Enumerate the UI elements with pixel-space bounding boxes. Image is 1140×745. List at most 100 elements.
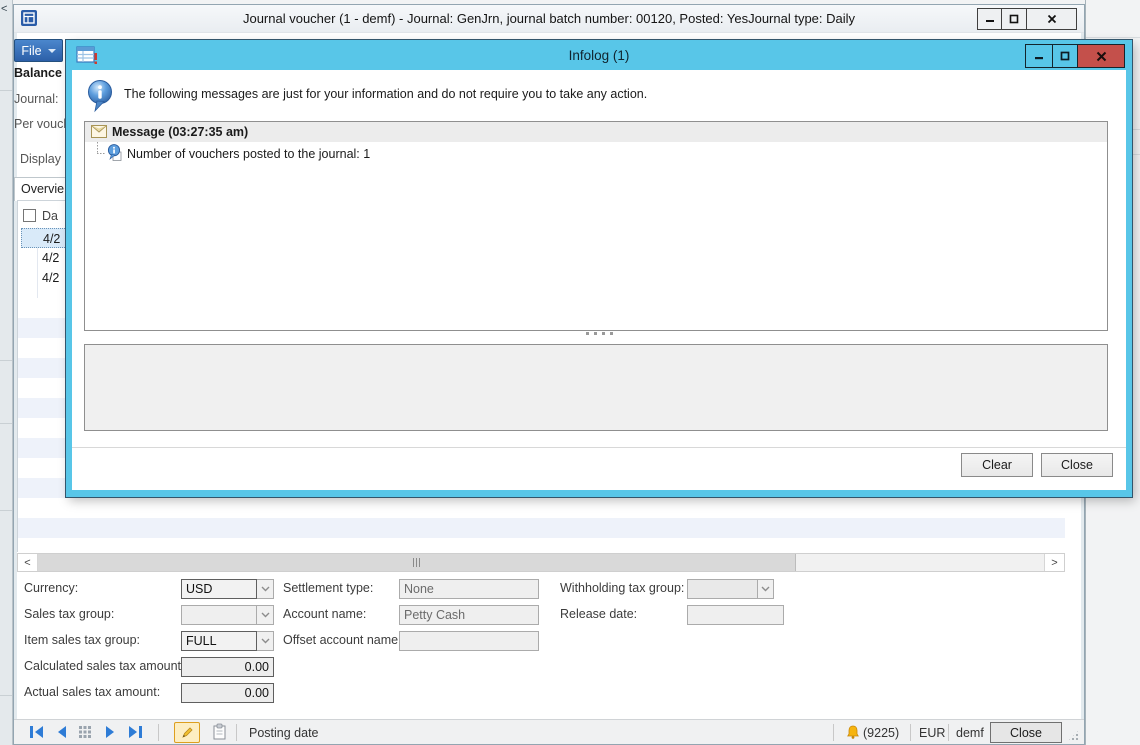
- sales-tax-group-label: Sales tax group:: [24, 607, 114, 621]
- attach-note-icon[interactable]: [212, 723, 227, 741]
- collapse-chevron-icon[interactable]: <: [1, 3, 7, 15]
- release-date-label: Release date:: [560, 607, 637, 621]
- infolog-maximize-button[interactable]: [1053, 44, 1078, 68]
- chevron-down-icon: [761, 586, 770, 592]
- infolog-close-button[interactable]: [1078, 44, 1125, 68]
- minimize-button[interactable]: [977, 8, 1002, 30]
- divider: [0, 360, 12, 361]
- separator: [236, 724, 237, 741]
- chevron-down-icon: [48, 49, 56, 53]
- infolog-close-action-label: Close: [1061, 458, 1093, 472]
- divider: [1086, 37, 1140, 38]
- resize-grip[interactable]: [1067, 729, 1080, 742]
- item-sales-tax-group-combo-arrow[interactable]: [257, 631, 274, 651]
- currency-combo-arrow[interactable]: [257, 579, 274, 599]
- first-record-icon[interactable]: [29, 724, 45, 740]
- journal-label: Journal:: [14, 92, 58, 106]
- item-sales-tax-group-combo[interactable]: FULL: [181, 631, 257, 651]
- message-item-text[interactable]: Number of vouchers posted to the journal…: [127, 147, 370, 161]
- select-all-checkbox[interactable]: [23, 209, 36, 222]
- currency-combo[interactable]: USD: [181, 579, 257, 599]
- divider: [0, 695, 12, 696]
- calculated-sales-tax-label: Calculated sales tax amount:: [24, 659, 185, 673]
- tab-overview[interactable]: Overvie: [14, 177, 66, 201]
- tab-overview-label: Overvie: [21, 182, 64, 196]
- separator: [948, 724, 949, 741]
- file-menu-label: File: [21, 44, 41, 58]
- divider: [0, 510, 12, 511]
- close-icon: [1096, 51, 1107, 62]
- item-sales-tax-group-label: Item sales tax group:: [24, 633, 140, 647]
- edit-mode-button[interactable]: [174, 722, 200, 743]
- pencil-icon: [180, 726, 194, 740]
- info-item-icon: [107, 144, 122, 161]
- grid-view-icon[interactable]: [78, 725, 92, 739]
- per-voucher-label: Per vouch: [14, 117, 70, 131]
- actual-sales-tax-field[interactable]: 0.00: [181, 683, 274, 703]
- maximize-icon: [1060, 51, 1070, 61]
- message-envelope-icon: [91, 125, 107, 138]
- infolog-minimize-button[interactable]: [1025, 44, 1053, 68]
- close-icon: [1047, 14, 1057, 24]
- actual-sales-tax-label: Actual sales tax amount:: [24, 685, 160, 699]
- maximize-button[interactable]: [1002, 8, 1027, 30]
- info-icon: [86, 79, 114, 113]
- infolog-message-tree[interactable]: Message (03:27:35 am) Number of vouchers…: [84, 121, 1108, 331]
- status-help-text: Posting date: [249, 726, 319, 740]
- horizontal-scrollbar[interactable]: < >: [17, 553, 1065, 572]
- notification-bell-icon[interactable]: [845, 724, 861, 740]
- tree-connector: [97, 142, 98, 153]
- sales-tax-group-combo-arrow[interactable]: [257, 605, 274, 625]
- clear-button[interactable]: Clear: [961, 453, 1033, 477]
- notification-count[interactable]: (9225): [863, 726, 899, 740]
- divider: [0, 90, 12, 91]
- minimize-icon: [1034, 51, 1044, 61]
- close-button[interactable]: [1027, 8, 1077, 30]
- withholding-tax-group-combo[interactable]: [687, 579, 758, 599]
- date-column-header[interactable]: Da: [42, 209, 58, 223]
- infolog-close-action-button[interactable]: Close: [1041, 453, 1113, 477]
- infolog-body: The following messages are just for your…: [72, 70, 1126, 490]
- previous-record-icon[interactable]: [53, 724, 69, 740]
- offset-account-name-field: [399, 631, 539, 651]
- statusbar-close-label: Close: [1010, 726, 1042, 740]
- status-currency[interactable]: EUR: [919, 726, 945, 740]
- last-record-icon[interactable]: [127, 724, 143, 740]
- tree-connector: [97, 153, 106, 154]
- chevron-down-icon: [261, 638, 270, 644]
- withholding-tax-group-combo-arrow[interactable]: [758, 579, 774, 599]
- account-name-label: Account name:: [283, 607, 366, 621]
- scroll-left-icon: <: [24, 557, 30, 569]
- sales-tax-group-combo[interactable]: [181, 605, 257, 625]
- balance-label: Balance: [14, 66, 62, 80]
- next-record-icon[interactable]: [103, 724, 119, 740]
- display-journal-label: Display: [20, 152, 61, 166]
- calculated-sales-tax-field[interactable]: 0.00: [181, 657, 274, 677]
- date-cell: 4/2: [43, 232, 60, 246]
- app-icon: [21, 10, 37, 26]
- scroll-right-button[interactable]: >: [1044, 554, 1064, 571]
- main-titlebar[interactable]: Journal voucher (1 - demf) - Journal: Ge…: [14, 5, 1084, 33]
- status-bar: Posting date (9225) EUR demf Close: [14, 719, 1084, 744]
- message-group-label[interactable]: Message (03:27:35 am): [112, 125, 248, 139]
- window-title: Journal voucher (1 - demf) - Journal: Ge…: [243, 11, 855, 26]
- splitter-handle[interactable]: [72, 332, 1126, 335]
- account-name-field: Petty Cash: [399, 605, 539, 625]
- scrollbar-thumb[interactable]: [38, 554, 796, 571]
- statusbar-close-button[interactable]: Close: [990, 722, 1062, 743]
- infolog-titlebar[interactable]: Infolog (1): [66, 40, 1132, 70]
- infolog-banner-text: The following messages are just for your…: [124, 87, 647, 101]
- clear-button-label: Clear: [982, 458, 1012, 472]
- currency-label: Currency:: [24, 581, 78, 595]
- settlement-type-label: Settlement type:: [283, 581, 373, 595]
- file-menu-button[interactable]: File: [14, 39, 63, 62]
- collapsed-side-panel[interactable]: <: [0, 0, 13, 745]
- withholding-tax-group-label: Withholding tax group:: [560, 581, 684, 595]
- settlement-type-field: None: [399, 579, 539, 599]
- status-company[interactable]: demf: [956, 726, 984, 740]
- chevron-down-icon: [261, 586, 270, 592]
- date-cell: 4/2: [42, 271, 59, 285]
- release-date-field: [687, 605, 784, 625]
- offset-account-name-label: Offset account name:: [283, 633, 402, 647]
- scroll-left-button[interactable]: <: [18, 554, 38, 571]
